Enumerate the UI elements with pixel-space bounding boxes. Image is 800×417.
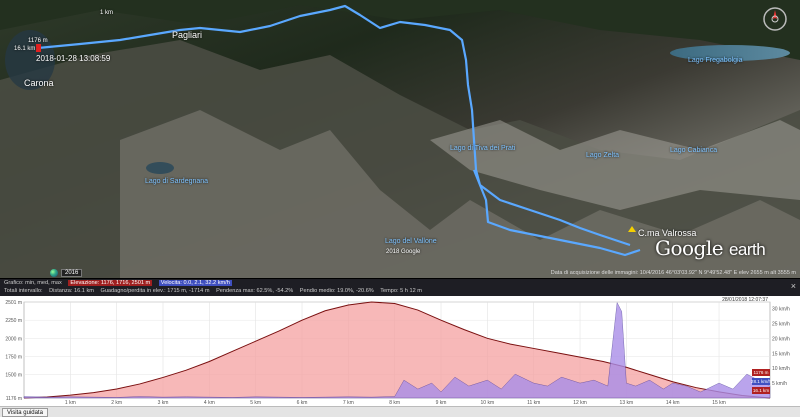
label-lago-cabianca: Lago Cabianca <box>670 147 718 154</box>
chart-stat-label: Grafico: min, med, max <box>4 280 62 286</box>
y-left-tick-label: 2000 m <box>5 336 22 342</box>
label-lago-zelta: Lago Zelta <box>586 152 620 159</box>
y-left-tick-label: 2501 m <box>5 300 22 306</box>
y-left-tick-label: 1176 m <box>6 396 22 402</box>
distance-stat: Distanza: 16.1 km <box>49 288 94 294</box>
close-profile-icon[interactable]: × <box>791 281 796 291</box>
y-right-tick-label: 30 km/h <box>772 307 790 313</box>
y-left-tick-label: 2250 m <box>5 318 22 324</box>
slope-max-stat: Pendenza max: 62.5%, -54.2% <box>216 288 294 294</box>
ruler-elev: 1176 m <box>28 38 48 44</box>
elevation-stats[interactable]: Elevazione: 1176, 1716, 2501 m <box>68 280 153 286</box>
label-lago-vallone: Lago del Vallone <box>385 238 437 245</box>
label-pagliari: Pagliari <box>172 30 203 40</box>
speed-stats[interactable]: Velocita: 0.0, 2.1, 32.2 km/h <box>158 280 232 286</box>
compass-icon[interactable] <box>762 6 788 32</box>
y-right-tick-label: 20 km/h <box>772 336 790 342</box>
y-right-tick-label: 5 km/h <box>772 381 787 387</box>
edge-elevation-readout: 1176 m <box>754 370 769 375</box>
label-lago-sardegnana: Lago di Sardegnana <box>145 178 209 185</box>
map-status-text: Data di acquisizione delle immagini: 10/… <box>550 270 796 276</box>
y-left-tick-label: 1750 m <box>5 354 22 360</box>
label-lago-fregabolgia: Lago Fregabolgia <box>688 57 743 64</box>
profile-timestamp: 28/01/2018 12:07:37 <box>722 297 768 303</box>
google-earth-window: Pagliari Carona Lago Fregabolgia Lago di… <box>0 0 800 417</box>
bottom-bar: Visita guidata <box>0 406 800 417</box>
map-copyright: 2018 Google <box>386 249 421 255</box>
edge-speed-readout: 28.1 km/h <box>751 379 772 384</box>
globe-icon <box>50 269 58 277</box>
gain-stat: Guadagno/perdita in elev.: 1715 m, -1714… <box>100 288 210 294</box>
y-right-tick-label: 10 km/h <box>772 366 790 372</box>
google-earth-logo: Google earth <box>655 236 766 260</box>
elevation-profile-toolbar: Grafico: min, med, max Elevazione: 1176,… <box>0 279 800 296</box>
imagery-year-badge[interactable]: 2016 <box>50 269 83 277</box>
ruler-top: 1 km <box>100 10 114 16</box>
guided-tour-button[interactable]: Visita guidata <box>2 408 48 417</box>
time-stat: Tempo: 5 h 12 m <box>380 288 422 294</box>
elevation-profile-chart[interactable]: 1 km 2 km 3 km 4 km 5 km 6 km 7 km 8 km 9 km 10 k… <box>0 296 800 406</box>
totals-label: Totali intervallo: <box>4 288 43 294</box>
label-lago-tiva: Lago di Tiva dei Prati <box>450 145 516 152</box>
profile-svg: 1 km 2 km 3 km 4 km 5 km 6 km 7 km 8 km 9 km 10 k… <box>5 297 790 406</box>
track-timestamp: 2018-01-28 13:08:59 <box>36 54 111 63</box>
y-right-tick-label: 25 km/h <box>772 321 790 327</box>
y-right-tick-label: 15 km/h <box>772 351 790 357</box>
edge-distance-readout: 16.1 km <box>753 388 770 393</box>
ruler-dist: 16.1 km <box>14 46 36 52</box>
satellite-map[interactable]: Pagliari Carona Lago Fregabolgia Lago di… <box>0 0 800 278</box>
slope-avg-stat: Pendio medio: 19.0%, -20.6% <box>299 288 374 294</box>
label-carona: Carona <box>24 78 54 88</box>
y-left-tick-label: 1500 m <box>5 373 22 379</box>
track-start-marker[interactable] <box>36 44 41 52</box>
